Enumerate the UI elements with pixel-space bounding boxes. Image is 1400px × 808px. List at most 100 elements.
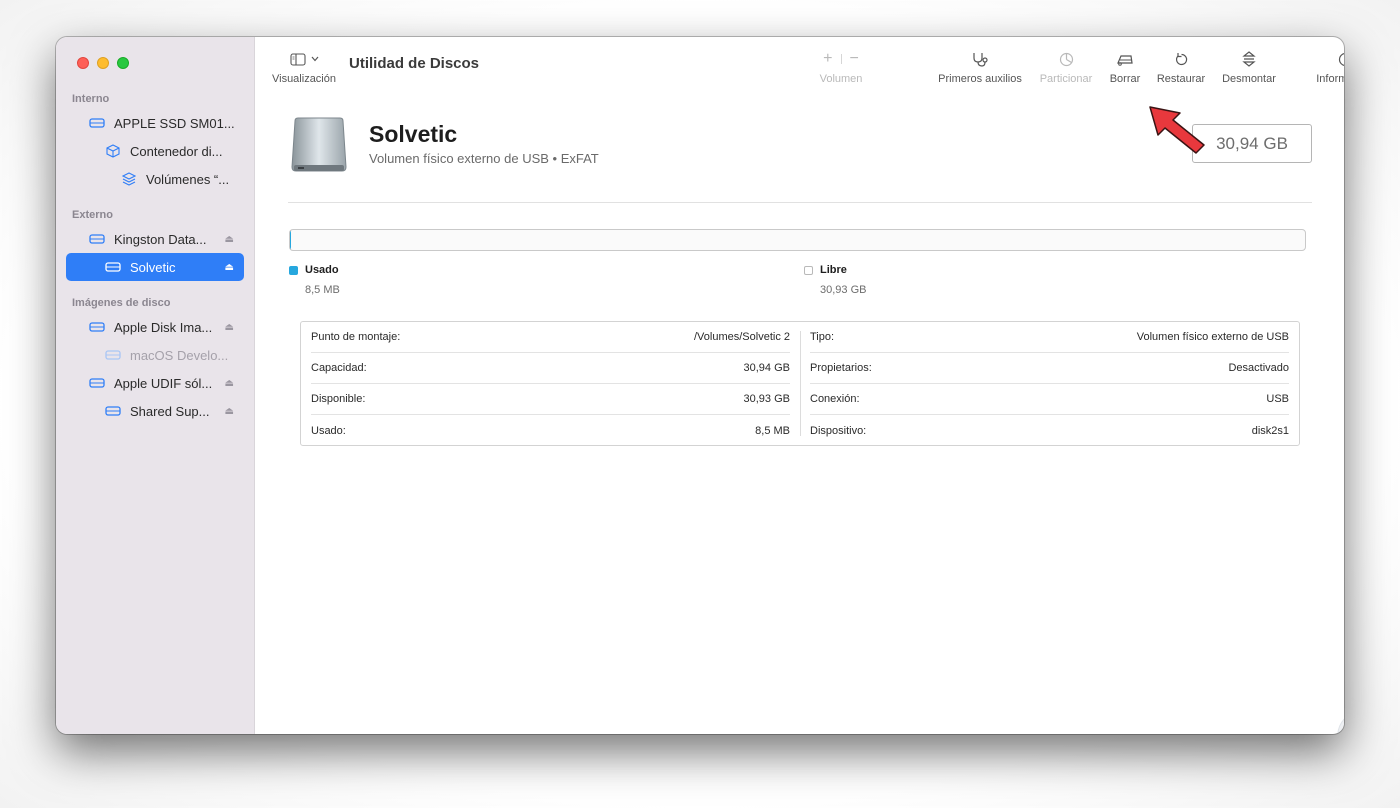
- separator: [840, 54, 842, 64]
- used-label: Usado: [305, 264, 339, 276]
- zoom-button[interactable]: [117, 57, 129, 69]
- info-key: Tipo:: [810, 331, 835, 343]
- layers-icon: [121, 171, 137, 187]
- info-value: 30,94 GB: [743, 362, 790, 374]
- sidebar-item-kingston[interactable]: Kingston Data... ⏏: [66, 225, 244, 253]
- sidebar-item-macos-developer[interactable]: macOS Develo...: [66, 341, 244, 369]
- drive-icon: [89, 231, 105, 247]
- volume-subtitle: Volumen físico externo de USB • ExFAT: [369, 151, 599, 166]
- eject-icon[interactable]: ⏏: [225, 262, 234, 273]
- disk-utility-window: Interno APPLE SSD SM01... Contenedor di.…: [56, 37, 1344, 734]
- info-label: Información: [1316, 73, 1344, 85]
- capacity-box: 30,94 GB: [1192, 124, 1312, 163]
- sidebar-item-apple-udif[interactable]: Apple UDIF sól... ⏏: [66, 369, 244, 397]
- plus-icon: +: [823, 50, 833, 67]
- eject-icon[interactable]: ⏏: [225, 378, 234, 389]
- partition-label: Particionar: [1039, 73, 1093, 85]
- usage-bar: [289, 229, 1306, 251]
- minus-icon: −: [849, 50, 859, 67]
- info-row-available: Disponible: 30,93 GB: [311, 384, 790, 415]
- info-key: Capacidad:: [311, 362, 367, 374]
- external-disk-icon: [291, 117, 347, 172]
- unmount-icon: [1242, 51, 1256, 67]
- drive-icon: [105, 347, 121, 363]
- sidebar-item-volumes[interactable]: Volúmenes “...: [66, 165, 244, 193]
- info-row-type: Tipo: Volumen físico externo de USB: [810, 322, 1289, 353]
- free-swatch: [804, 265, 813, 275]
- used-value: 8,5 MB: [305, 284, 340, 296]
- window-controls: [77, 57, 129, 69]
- sidebar-item-label: Apple Disk Ima...: [114, 319, 213, 335]
- sidebar: Interno APPLE SSD SM01... Contenedor di.…: [56, 37, 255, 734]
- sidebar-item-label: APPLE SSD SM01...: [114, 115, 235, 131]
- drive-icon: [105, 403, 121, 419]
- eject-icon[interactable]: ⏏: [225, 322, 234, 333]
- legend-used: Usado 8,5 MB: [289, 264, 340, 296]
- erase-button[interactable]: Borrar: [1107, 51, 1143, 85]
- sidebar-item-apple-ssd[interactable]: APPLE SSD SM01...: [66, 109, 244, 137]
- info-value: USB: [1266, 393, 1289, 405]
- chevron-down-icon: [311, 56, 318, 62]
- minimize-button[interactable]: [97, 57, 109, 69]
- sidebar-item-label: Apple UDIF sól...: [114, 375, 213, 391]
- restore-button[interactable]: Restaurar: [1154, 51, 1208, 85]
- drive-icon: [89, 375, 105, 391]
- info-value: Desactivado: [1228, 362, 1289, 374]
- info-key: Dispositivo:: [810, 424, 867, 437]
- volume-info-table: Punto de montaje: /Volumes/Solvetic 2 Ca…: [300, 321, 1300, 446]
- free-value: 30,93 GB: [820, 284, 867, 296]
- sidebar-item-container[interactable]: Contenedor di...: [66, 137, 244, 165]
- free-label: Libre: [820, 264, 847, 276]
- annotation-arrow-icon: [1149, 106, 1205, 154]
- sidebar-item-label: Shared Sup...: [130, 403, 210, 419]
- volume-name: Solvetic: [369, 121, 458, 147]
- sidebar-toggle-icon: [289, 52, 306, 66]
- eject-icon[interactable]: ⏏: [225, 234, 234, 245]
- sidebar-item-shared-support[interactable]: Shared Sup... ⏏: [66, 397, 244, 425]
- eject-icon[interactable]: ⏏: [225, 406, 234, 417]
- divider: [288, 202, 1312, 203]
- view-label: Visualización: [271, 73, 336, 85]
- drive-icon: [89, 115, 105, 131]
- sidebar-item-label: macOS Develo...: [130, 347, 229, 363]
- first-aid-label: Primeros auxilios: [938, 73, 1022, 85]
- info-button[interactable]: Información: [1309, 51, 1344, 85]
- info-key: Punto de montaje:: [311, 331, 401, 343]
- used-swatch: [289, 265, 298, 275]
- partition-button[interactable]: Particionar: [1036, 51, 1096, 85]
- section-external: Externo: [72, 209, 113, 221]
- volume-button[interactable]: + − Volumen: [813, 50, 869, 85]
- info-value: disk2s1: [1251, 424, 1289, 437]
- unmount-label: Desmontar: [1222, 73, 1276, 85]
- sidebar-item-solvetic[interactable]: Solvetic ⏏: [66, 253, 244, 281]
- unmount-button[interactable]: Desmontar: [1217, 51, 1281, 85]
- info-column-right: Tipo: Volumen físico externo de USB Prop…: [800, 322, 1299, 445]
- info-key: Propietarios:: [810, 362, 872, 374]
- sidebar-item-label: Solvetic: [130, 259, 176, 275]
- sidebar-item-apple-disk-image[interactable]: Apple Disk Ima... ⏏: [66, 313, 244, 341]
- volume-label: Volumen: [819, 73, 863, 85]
- info-key: Usado:: [311, 424, 346, 437]
- container-icon: [105, 143, 121, 159]
- section-internal: Interno: [72, 93, 110, 105]
- restore-label: Restaurar: [1156, 73, 1206, 85]
- main-content: Solvetic Volumen físico externo de USB •…: [255, 95, 1344, 734]
- first-aid-button[interactable]: Primeros auxilios: [935, 51, 1025, 85]
- info-row-capacity: Capacidad: 30,94 GB: [311, 353, 790, 384]
- info-icon: [1338, 52, 1344, 66]
- info-value: /Volumes/Solvetic 2: [694, 331, 790, 343]
- sidebar-item-label: Kingston Data...: [114, 231, 207, 247]
- drive-icon: [89, 319, 105, 335]
- erase-label: Borrar: [1109, 73, 1141, 85]
- window-title: Utilidad de Discos: [349, 55, 480, 72]
- section-disk-images: Imágenes de disco: [72, 297, 171, 309]
- info-row-owners: Propietarios: Desactivado: [810, 353, 1289, 384]
- info-row-mount-point: Punto de montaje: /Volumes/Solvetic 2: [311, 322, 790, 353]
- legend-free: Libre 30,93 GB: [804, 264, 866, 296]
- toolbar: Visualización Utilidad de Discos + − Vol…: [255, 37, 1344, 95]
- close-button[interactable]: [77, 57, 89, 69]
- info-value: 30,93 GB: [743, 393, 790, 405]
- info-key: Conexión:: [810, 393, 860, 405]
- info-row-connection: Conexión: USB: [810, 384, 1289, 415]
- view-button[interactable]: Visualización: [269, 51, 339, 85]
